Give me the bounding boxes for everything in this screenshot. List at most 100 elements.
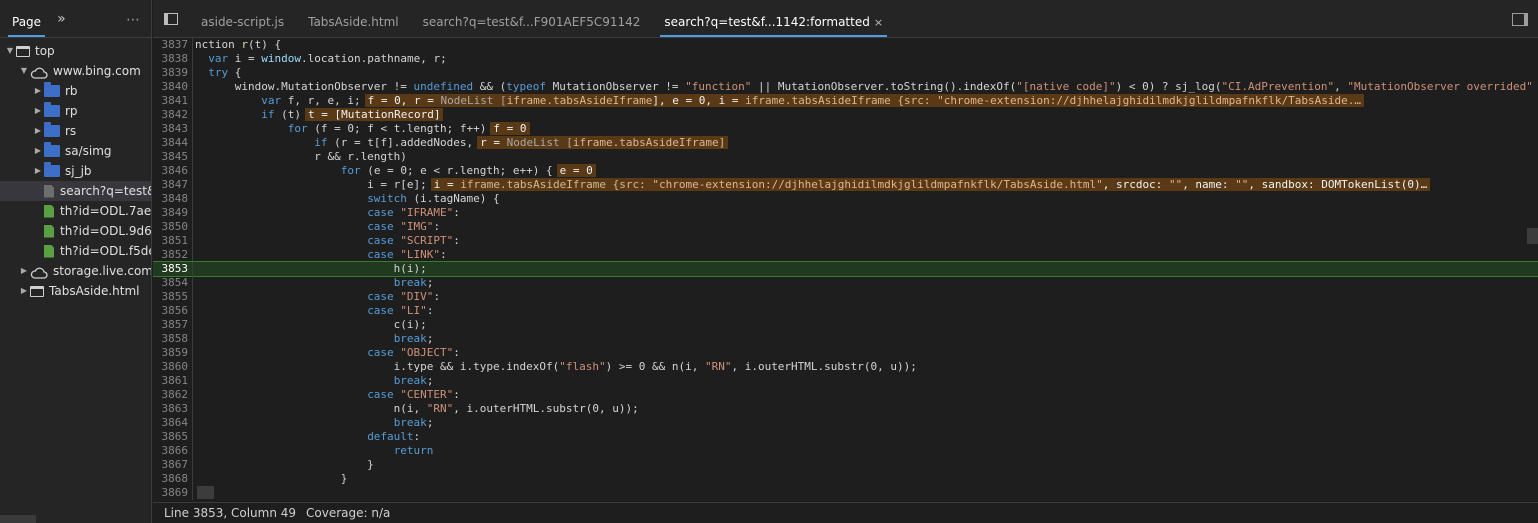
code-line: 3838 var i = window.location.pathname, r… — [153, 52, 1538, 66]
code-line: 3844 if (r = t[f].addedNodes, r = NodeLis… — [153, 136, 1538, 150]
code-text: if (t) t = [MutationRecord] — [193, 108, 444, 122]
editor-tab[interactable]: TabsAside.html — [296, 0, 411, 38]
navigator-menu-icon[interactable]: ⋯ — [126, 12, 141, 28]
line-number[interactable]: 3856 — [153, 304, 193, 318]
expand-arrow-right-icon[interactable]: ▶ — [32, 101, 44, 121]
line-number[interactable]: 3842 — [153, 108, 193, 122]
line-number[interactable]: 3857 — [153, 318, 193, 332]
tree-item[interactable]: ▶ TabsAside.html — [0, 281, 151, 301]
line-number[interactable]: 3866 — [153, 444, 193, 458]
editor-tab[interactable]: search?q=test&f...F901AEF5C91142 — [411, 0, 653, 38]
expand-arrow-down-icon[interactable]: ▼ — [4, 41, 16, 61]
line-number[interactable]: 3869 — [153, 486, 193, 500]
tree-item-label: search?q=test&form=QBLH — [60, 184, 151, 198]
expand-arrow-down-icon[interactable]: ▼ — [18, 61, 30, 81]
line-number[interactable]: 3863 — [153, 402, 193, 416]
line-number[interactable]: 3860 — [153, 360, 193, 374]
expand-arrow-right-icon[interactable]: ▶ — [32, 121, 44, 141]
tree-item[interactable]: ▶ rs — [0, 121, 151, 141]
line-number[interactable]: 3865 — [153, 430, 193, 444]
code-line: 3860 i.type && i.type.indexOf("flash") >… — [153, 360, 1538, 374]
code-line: 3862 case "CENTER": — [153, 388, 1538, 402]
editor-tab[interactable]: aside-script.js — [189, 0, 296, 38]
code-text: case "IFRAME": — [367, 206, 460, 219]
line-number[interactable]: 3852 — [153, 248, 193, 262]
tree-item-label: th?id=ODL.f5de2 — [60, 244, 151, 258]
line-number[interactable]: 3868 — [153, 472, 193, 486]
line-number[interactable]: 3864 — [153, 416, 193, 430]
line-number[interactable]: 3845 — [153, 150, 193, 164]
code-editor[interactable]: 3837 nction r(t) {3838 var i = window.loc… — [153, 38, 1538, 502]
line-number[interactable]: 3846 — [153, 164, 193, 178]
line-number[interactable]: 3849 — [153, 206, 193, 220]
horizontal-scrollbar-thumb[interactable] — [197, 486, 214, 499]
line-number[interactable]: 3853 — [153, 262, 193, 276]
editor-tab-label: TabsAside.html — [308, 14, 399, 29]
toggle-navigator-button[interactable] — [153, 0, 189, 38]
vertical-scrollbar-thumb[interactable] — [1527, 228, 1538, 244]
code-line: 3845 r && r.length) — [153, 150, 1538, 164]
code-line: 3849 case "IFRAME": — [153, 206, 1538, 220]
line-number[interactable]: 3855 — [153, 290, 193, 304]
line-number[interactable]: 3838 — [153, 52, 193, 66]
tree-item[interactable]: ▼ top — [0, 41, 151, 61]
tree-item-label: storage.live.com — [53, 264, 152, 278]
code-text: } — [195, 472, 348, 485]
code-text: break; — [393, 374, 434, 387]
tree-item[interactable]: ▶ rp — [0, 101, 151, 121]
code-line: 3837 nction r(t) { — [153, 38, 1538, 52]
code-text: for (e = 0; e < r.length; e++) {e = 0 — [193, 164, 596, 178]
code-text: default: — [367, 430, 421, 443]
expand-arrow-right-icon[interactable]: ▶ — [32, 161, 44, 181]
line-number[interactable]: 3847 — [153, 178, 193, 192]
expand-arrow-right-icon[interactable]: ▶ — [32, 141, 44, 161]
tree-item[interactable]: th?id=ODL.7aed3 — [0, 201, 151, 221]
line-number[interactable]: 3851 — [153, 234, 193, 248]
editor-tab[interactable]: search?q=test&f...1142:formatted × — [652, 0, 895, 38]
line-number[interactable]: 3858 — [153, 332, 193, 346]
editor-tabs: aside-script.js TabsAside.html search?q=te… — [189, 0, 895, 38]
navigator-scrollbar[interactable] — [0, 515, 151, 523]
tree-item[interactable]: ▼ www.bing.com — [0, 61, 151, 81]
line-number[interactable]: 3837 — [153, 38, 193, 52]
code-text: return — [393, 444, 434, 457]
tree-item[interactable]: ▶ sa/simg — [0, 141, 151, 161]
code-line: 3854 break; — [153, 276, 1538, 290]
code-text: h(i); — [195, 262, 427, 275]
tree-item[interactable]: search?q=test&form=QBLH — [0, 181, 151, 201]
line-number[interactable]: 3862 — [153, 388, 193, 402]
tree-item[interactable]: ▶ sj_jb — [0, 161, 151, 181]
line-number[interactable]: 3867 — [153, 458, 193, 472]
tree-item[interactable]: ▶ storage.live.com — [0, 261, 151, 281]
folder-icon — [44, 82, 60, 97]
close-tab-icon[interactable]: × — [874, 16, 883, 29]
code-line: 3855 case "DIV": — [153, 290, 1538, 304]
line-number[interactable]: 3841 — [153, 94, 193, 108]
expand-arrow-right-icon[interactable]: ▶ — [18, 261, 30, 281]
coverage-status: Coverage: n/a — [306, 506, 391, 520]
line-number[interactable]: 3850 — [153, 220, 193, 234]
expand-arrow-right-icon[interactable]: ▶ — [32, 81, 44, 101]
tree-item[interactable]: th?id=ODL.f5de2 — [0, 241, 151, 261]
line-number[interactable]: 3859 — [153, 346, 193, 360]
tree-item-label: th?id=ODL.9d6dc — [60, 224, 152, 238]
tree-item[interactable]: ▶ rb — [0, 81, 151, 101]
code-text: r && r.length) — [195, 150, 407, 163]
tab-page[interactable]: Page — [0, 0, 53, 38]
expand-arrow-right-icon[interactable]: ▶ — [18, 281, 30, 301]
more-tabs-icon[interactable]: » — [53, 11, 70, 27]
code-line: 3866 return — [153, 444, 1538, 458]
line-number[interactable]: 3839 — [153, 66, 193, 80]
inline-variable-value: f = 0, r = NodeList [iframe.tabsAsideIfr… — [364, 94, 1365, 107]
line-number[interactable]: 3843 — [153, 122, 193, 136]
line-number[interactable]: 3844 — [153, 136, 193, 150]
cloud-icon — [30, 265, 48, 279]
tree-item[interactable]: th?id=ODL.9d6dc — [0, 221, 151, 241]
code-line: 3853 h(i); — [153, 261, 1538, 277]
line-number[interactable]: 3848 — [153, 192, 193, 206]
toggle-debugger-icon[interactable] — [1512, 13, 1528, 26]
line-number[interactable]: 3854 — [153, 276, 193, 290]
line-number[interactable]: 3861 — [153, 374, 193, 388]
folder-icon — [44, 102, 60, 117]
line-number[interactable]: 3840 — [153, 80, 193, 94]
